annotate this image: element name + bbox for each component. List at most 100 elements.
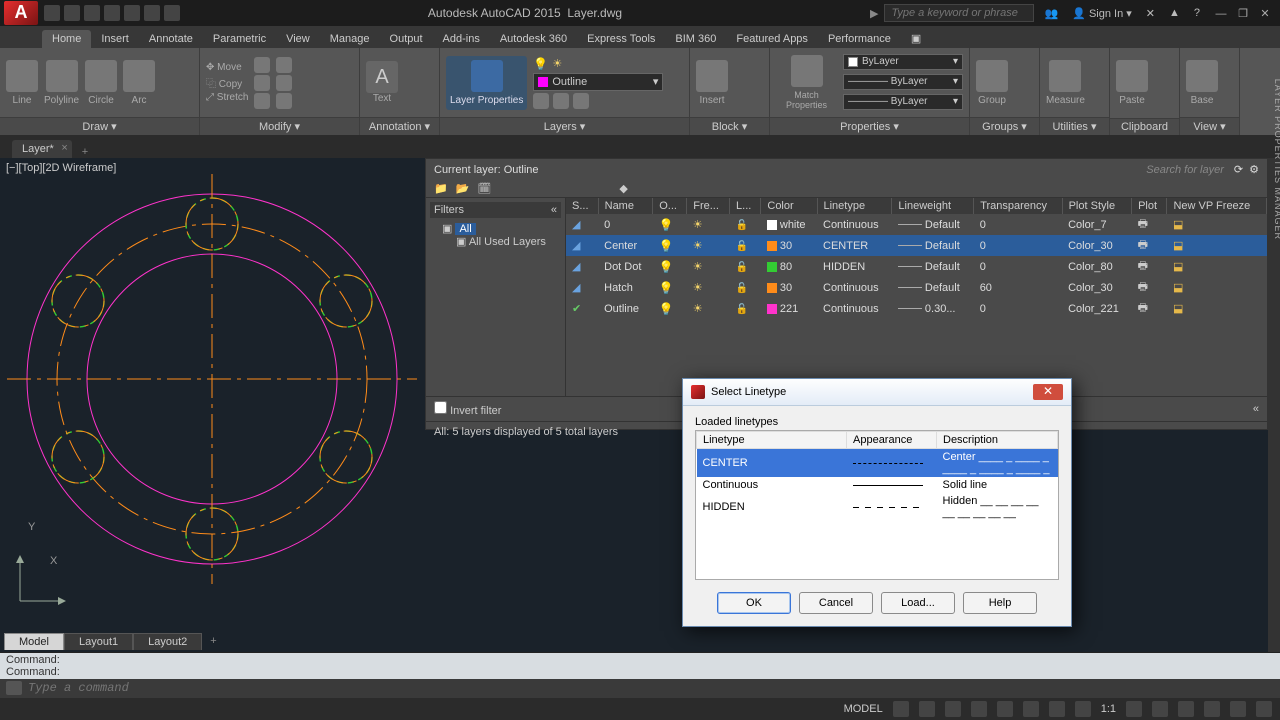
new-tab-button[interactable]: +: [76, 146, 94, 158]
paste-button[interactable]: Paste: [1116, 60, 1148, 106]
lineweight-dropdown[interactable]: ———— ByLayer▾: [843, 94, 963, 110]
ok-button[interactable]: OK: [717, 592, 791, 614]
circle-button[interactable]: Circle: [85, 60, 117, 106]
isolate-icon[interactable]: [1204, 701, 1220, 717]
window-controls[interactable]: —❐✕: [1210, 7, 1276, 20]
qat-save-icon[interactable]: [84, 5, 100, 21]
linetype-row[interactable]: CENTERCenter ____ _ ____ _ ____ _ ____ _…: [697, 449, 1058, 478]
base-button[interactable]: Base: [1186, 60, 1218, 106]
anno-monitor-icon[interactable]: [1152, 701, 1168, 717]
panel-layers-title[interactable]: Layers ▾: [440, 117, 689, 135]
text-button[interactable]: AText: [366, 61, 398, 104]
settings-icon[interactable]: ⚙: [1249, 163, 1259, 176]
refresh-icon[interactable]: ⟳: [1234, 163, 1243, 176]
polar-icon[interactable]: [971, 701, 987, 717]
layer-properties-button[interactable]: Layer Properties: [446, 56, 527, 110]
mirror-icon[interactable]: [254, 75, 270, 91]
layer-tool-icon[interactable]: [533, 93, 549, 109]
status-model[interactable]: MODEL: [844, 703, 883, 715]
stay-connected-icon[interactable]: ▲: [1165, 7, 1184, 19]
tab-insert[interactable]: Insert: [91, 30, 139, 48]
keyword-search-input[interactable]: [884, 4, 1034, 22]
tab-annotate[interactable]: Annotate: [139, 30, 203, 48]
app-logo[interactable]: A: [4, 1, 38, 25]
layer-row[interactable]: ◢0💡☀🔓whiteContinuousDefault0Color_7🖶⬓: [566, 214, 1267, 235]
layer-column-header[interactable]: Plot Style: [1062, 198, 1131, 214]
anno-scale[interactable]: 1:1: [1101, 703, 1116, 715]
layer-dropdown[interactable]: Outline▾: [533, 73, 663, 91]
dialog-close-button[interactable]: ✕: [1033, 384, 1063, 400]
move-button[interactable]: ✥ Move: [206, 62, 248, 73]
layer-column-header[interactable]: L...: [730, 198, 761, 214]
layer-tool3-icon[interactable]: [573, 93, 589, 109]
rotate-icon[interactable]: [254, 57, 270, 73]
layer-tool2-icon[interactable]: [553, 93, 569, 109]
layer-column-header[interactable]: S...: [566, 198, 598, 214]
qat-open-icon[interactable]: [64, 5, 80, 21]
linetype-dropdown[interactable]: ———— ByLayer▾: [843, 74, 963, 90]
layer-column-header[interactable]: Fre...: [687, 198, 730, 214]
tab-extra-icon[interactable]: ▣: [901, 29, 931, 48]
panel-groups-title[interactable]: Groups ▾: [970, 117, 1039, 135]
collapse-filters-icon[interactable]: «: [551, 204, 557, 216]
measure-button[interactable]: Measure: [1046, 60, 1085, 106]
qat-undo-icon[interactable]: [144, 5, 160, 21]
scale-icon[interactable]: [254, 93, 270, 109]
linetype-list[interactable]: LinetypeAppearanceDescriptionCENTERCente…: [695, 430, 1059, 580]
new-layer-vp-icon[interactable]: 📂: [456, 182, 470, 195]
trim-icon[interactable]: [276, 57, 292, 73]
arc-button[interactable]: Arc: [123, 60, 155, 106]
qat-redo-icon[interactable]: [164, 5, 180, 21]
close-tab-icon[interactable]: ×: [61, 142, 67, 154]
layer-column-header[interactable]: Transparency: [974, 198, 1062, 214]
layer-row[interactable]: ◢Dot Dot💡☀🔓80HIDDENDefault0Color_80🖶⬓: [566, 256, 1267, 277]
tab-output[interactable]: Output: [380, 30, 433, 48]
panel-draw-title[interactable]: Draw ▾: [0, 117, 199, 135]
osnap-icon[interactable]: [997, 701, 1013, 717]
copy-button[interactable]: ⿻ Copy: [206, 75, 248, 90]
hardware-accel-icon[interactable]: [1178, 701, 1194, 717]
otrack-icon[interactable]: [1023, 701, 1039, 717]
qat-new-icon[interactable]: [44, 5, 60, 21]
exchange-icon[interactable]: ✕: [1142, 7, 1159, 20]
tab-addins[interactable]: Add-ins: [433, 30, 490, 48]
layer-state-icon[interactable]: ◆: [619, 182, 627, 195]
tab-bim360[interactable]: BIM 360: [665, 30, 726, 48]
layer-row[interactable]: ✔Outline💡☀🔓221Continuous0.30...0Color_22…: [566, 298, 1267, 319]
sign-in-button[interactable]: 👤 Sign In ▾: [1068, 7, 1136, 20]
add-layout-button[interactable]: +: [202, 633, 224, 650]
tab-express[interactable]: Express Tools: [577, 30, 665, 48]
document-tab[interactable]: Layer*×: [12, 140, 72, 158]
filter-all[interactable]: ▣ All: [442, 222, 561, 235]
panel-view-title[interactable]: View ▾: [1180, 117, 1239, 135]
cancel-button[interactable]: Cancel: [799, 592, 873, 614]
help-icon[interactable]: ?: [1190, 7, 1204, 19]
filter-used[interactable]: ▣ All Used Layers: [442, 235, 561, 248]
tab-a360[interactable]: Autodesk 360: [490, 30, 577, 48]
snap-icon[interactable]: [919, 701, 935, 717]
linetype-column-header[interactable]: Description: [937, 432, 1058, 449]
transparency-icon[interactable]: [1075, 701, 1091, 717]
delete-layer-icon[interactable]: 🗓: [477, 182, 491, 195]
layer-column-header[interactable]: O...: [653, 198, 687, 214]
layer-column-header[interactable]: Color: [761, 198, 817, 214]
line-button[interactable]: Line: [6, 60, 38, 106]
array-icon[interactable]: [276, 93, 292, 109]
invert-filter-checkbox[interactable]: Invert filter: [434, 401, 501, 417]
tab-view[interactable]: View: [276, 30, 320, 48]
workspace-icon[interactable]: [1126, 701, 1142, 717]
qat-saveas-icon[interactable]: [104, 5, 120, 21]
ortho-icon[interactable]: [945, 701, 961, 717]
stretch-button[interactable]: ⤢ Stretch: [206, 92, 248, 103]
linetype-row[interactable]: ContinuousSolid line: [697, 477, 1058, 493]
lweight-icon[interactable]: [1049, 701, 1065, 717]
command-prompt-icon[interactable]: [6, 681, 22, 695]
panel-annotation-title[interactable]: Annotation ▾: [360, 117, 439, 135]
tab-manage[interactable]: Manage: [320, 30, 380, 48]
layer-column-header[interactable]: Linetype: [817, 198, 892, 214]
panel-block-title[interactable]: Block ▾: [690, 117, 769, 135]
infocenter-icon[interactable]: 👥: [1040, 7, 1062, 20]
layer-on-icon[interactable]: 💡: [533, 57, 548, 71]
layer-row[interactable]: ◢Hatch💡☀🔓30ContinuousDefault60Color_30🖶⬓: [566, 277, 1267, 298]
new-layer-icon[interactable]: 📁: [434, 182, 448, 195]
